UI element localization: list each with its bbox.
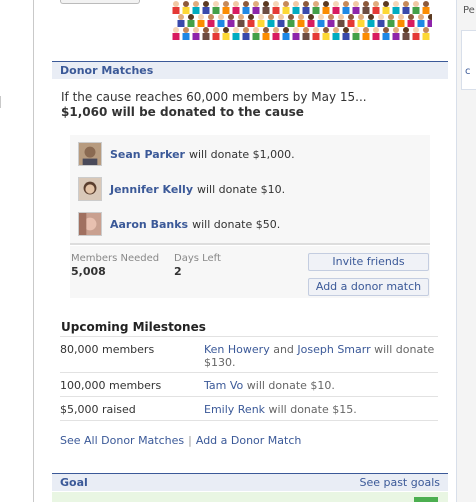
donor-footer-links: See All Donor Matches | Add a Donor Match <box>60 434 301 447</box>
milestone-amount: will donate $15. <box>268 403 357 416</box>
goal-header: Goal See past goals <box>52 473 448 491</box>
donor-name-link[interactable]: Jennifer Kelly <box>110 183 193 196</box>
donor-name-link[interactable]: Joseph Smarr <box>297 343 370 356</box>
divider <box>60 372 438 373</box>
members-needed-label: Members Needed <box>71 253 160 264</box>
donor-amount: will donate $50. <box>192 217 281 231</box>
divider <box>60 420 438 421</box>
milestones-title: Upcoming Milestones <box>61 320 206 334</box>
left-divider <box>33 0 34 502</box>
days-left-value: 2 <box>174 265 182 278</box>
left-margin <box>0 0 34 502</box>
right-sidebar-label: Pe <box>463 5 475 16</box>
members-needed-value: 5,008 <box>71 265 106 278</box>
donor-matches-title: Donor Matches <box>60 64 154 77</box>
donor-row: Jennifer Kelly will donate $10. <box>78 175 285 203</box>
donor-row: Aaron Banks will donate $50. <box>78 210 280 238</box>
donor-intro-text: If the cause reaches 60,000 members by M… <box>61 90 367 104</box>
donor-stats: Members Needed 5,008 Days Left 2 Invite … <box>70 246 430 298</box>
right-sidebar-letter: c <box>465 66 471 77</box>
avatar[interactable] <box>78 212 102 236</box>
days-left-label: Days Left <box>174 253 221 264</box>
milestone-target: 80,000 members <box>60 343 155 356</box>
add-donor-match-button[interactable]: Add a donor match <box>308 278 429 296</box>
donor-name-link[interactable]: Tam Vo <box>204 379 243 392</box>
donor-name-link[interactable]: Aaron Banks <box>110 218 188 231</box>
link-separator: | <box>188 434 192 447</box>
milestone-description: Emily Renk will donate $15. <box>204 403 438 416</box>
milestone-target: $5,000 raised <box>60 403 136 416</box>
donor-amount: will donate $1,000. <box>189 147 295 161</box>
avatar[interactable] <box>78 177 102 201</box>
see-all-donor-matches-link[interactable]: See All Donor Matches <box>60 434 184 447</box>
invite-friends-button[interactable]: Invite friends <box>308 253 429 271</box>
donor-name-link[interactable]: Sean Parker <box>110 148 185 161</box>
divider <box>60 396 438 397</box>
donor-amount: will donate $10. <box>197 182 286 196</box>
top-button[interactable] <box>60 0 140 4</box>
right-sidebar-box <box>461 30 476 90</box>
goal-progress-fill <box>414 497 438 502</box>
milestone-joiner: and <box>273 343 294 356</box>
see-past-goals-link[interactable]: See past goals <box>359 476 440 489</box>
divider <box>60 336 438 337</box>
goal-progress-area <box>52 492 448 502</box>
donor-name-link[interactable]: Ken Howery <box>204 343 270 356</box>
donor-total-text: $1,060 will be donated to the cause <box>61 105 304 119</box>
donor-matches-header: Donor Matches <box>52 61 448 79</box>
crowd-illustration <box>172 0 432 42</box>
goal-title: Goal <box>60 476 88 489</box>
milestone-amount: will donate $10. <box>246 379 335 392</box>
left-tick <box>0 96 1 108</box>
milestone-description: Tam Vo will donate $10. <box>204 379 438 392</box>
divider <box>70 243 430 244</box>
milestone-target: 100,000 members <box>60 379 162 392</box>
avatar[interactable] <box>78 142 102 166</box>
add-donor-match-link[interactable]: Add a Donor Match <box>196 434 302 447</box>
donor-list: Sean Parker will donate $1,000. Jennifer… <box>70 135 430 245</box>
milestone-description: Ken Howery and Joseph Smarr will donate … <box>204 343 438 369</box>
donor-row: Sean Parker will donate $1,000. <box>78 140 295 168</box>
donor-name-link[interactable]: Emily Renk <box>204 403 265 416</box>
right-sidebar: Pe c <box>456 0 476 502</box>
